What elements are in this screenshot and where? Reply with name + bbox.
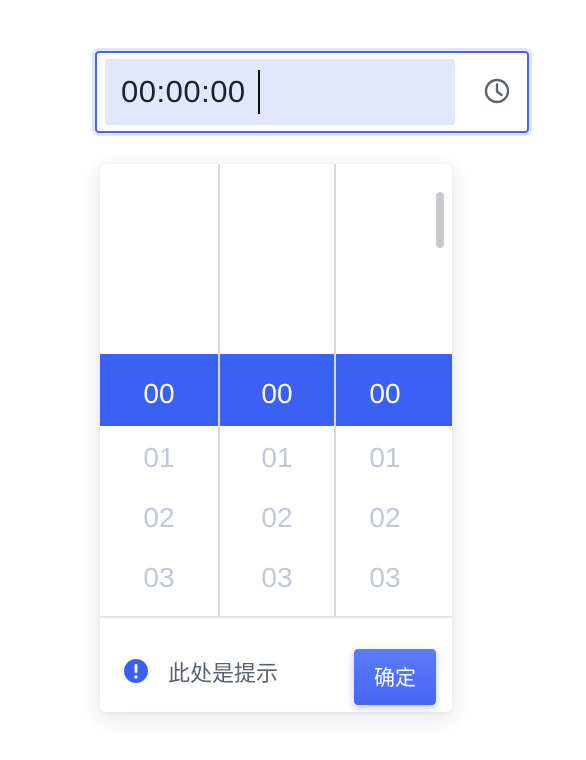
minute-option-selected[interactable]: 00 xyxy=(220,374,334,414)
confirm-button[interactable]: 确定 xyxy=(354,649,436,705)
minutes-column[interactable]: 00 01 02 03 xyxy=(220,164,334,616)
scrollbar-thumb[interactable] xyxy=(436,192,444,248)
second-option[interactable]: 03 xyxy=(336,558,434,598)
hour-option[interactable]: 02 xyxy=(100,498,218,538)
seconds-column[interactable]: 00 01 02 03 xyxy=(336,164,434,616)
minute-option[interactable]: 01 xyxy=(220,438,334,478)
picker-footer: 此处是提示 确定 xyxy=(100,616,452,712)
column-divider xyxy=(334,164,336,616)
hour-option-selected[interactable]: 00 xyxy=(100,374,218,414)
text-caret xyxy=(257,70,260,114)
time-picker-dropdown: 00 01 02 03 00 01 02 03 00 01 02 03 此处是提… xyxy=(100,164,452,712)
minute-option[interactable]: 02 xyxy=(220,498,334,538)
hour-option[interactable]: 01 xyxy=(100,438,218,478)
hours-column[interactable]: 00 01 02 03 xyxy=(100,164,218,616)
time-picker-stage: 00:00:00 00 01 02 03 00 01 02 03 00 01 0… xyxy=(0,0,586,760)
minute-option[interactable]: 03 xyxy=(220,558,334,598)
info-icon xyxy=(124,659,148,683)
clock-icon[interactable] xyxy=(481,75,513,107)
second-option[interactable]: 01 xyxy=(336,438,434,478)
hour-option[interactable]: 03 xyxy=(100,558,218,598)
time-input[interactable]: 00:00:00 xyxy=(95,51,529,133)
time-value[interactable]: 00:00:00 xyxy=(121,74,246,110)
second-option-selected[interactable]: 00 xyxy=(336,374,434,414)
time-columns: 00 01 02 03 00 01 02 03 00 01 02 03 xyxy=(100,164,452,616)
column-divider xyxy=(218,164,220,616)
second-option[interactable]: 02 xyxy=(336,498,434,538)
time-text-field[interactable]: 00:00:00 xyxy=(105,59,455,125)
hint-text: 此处是提示 xyxy=(168,662,279,687)
